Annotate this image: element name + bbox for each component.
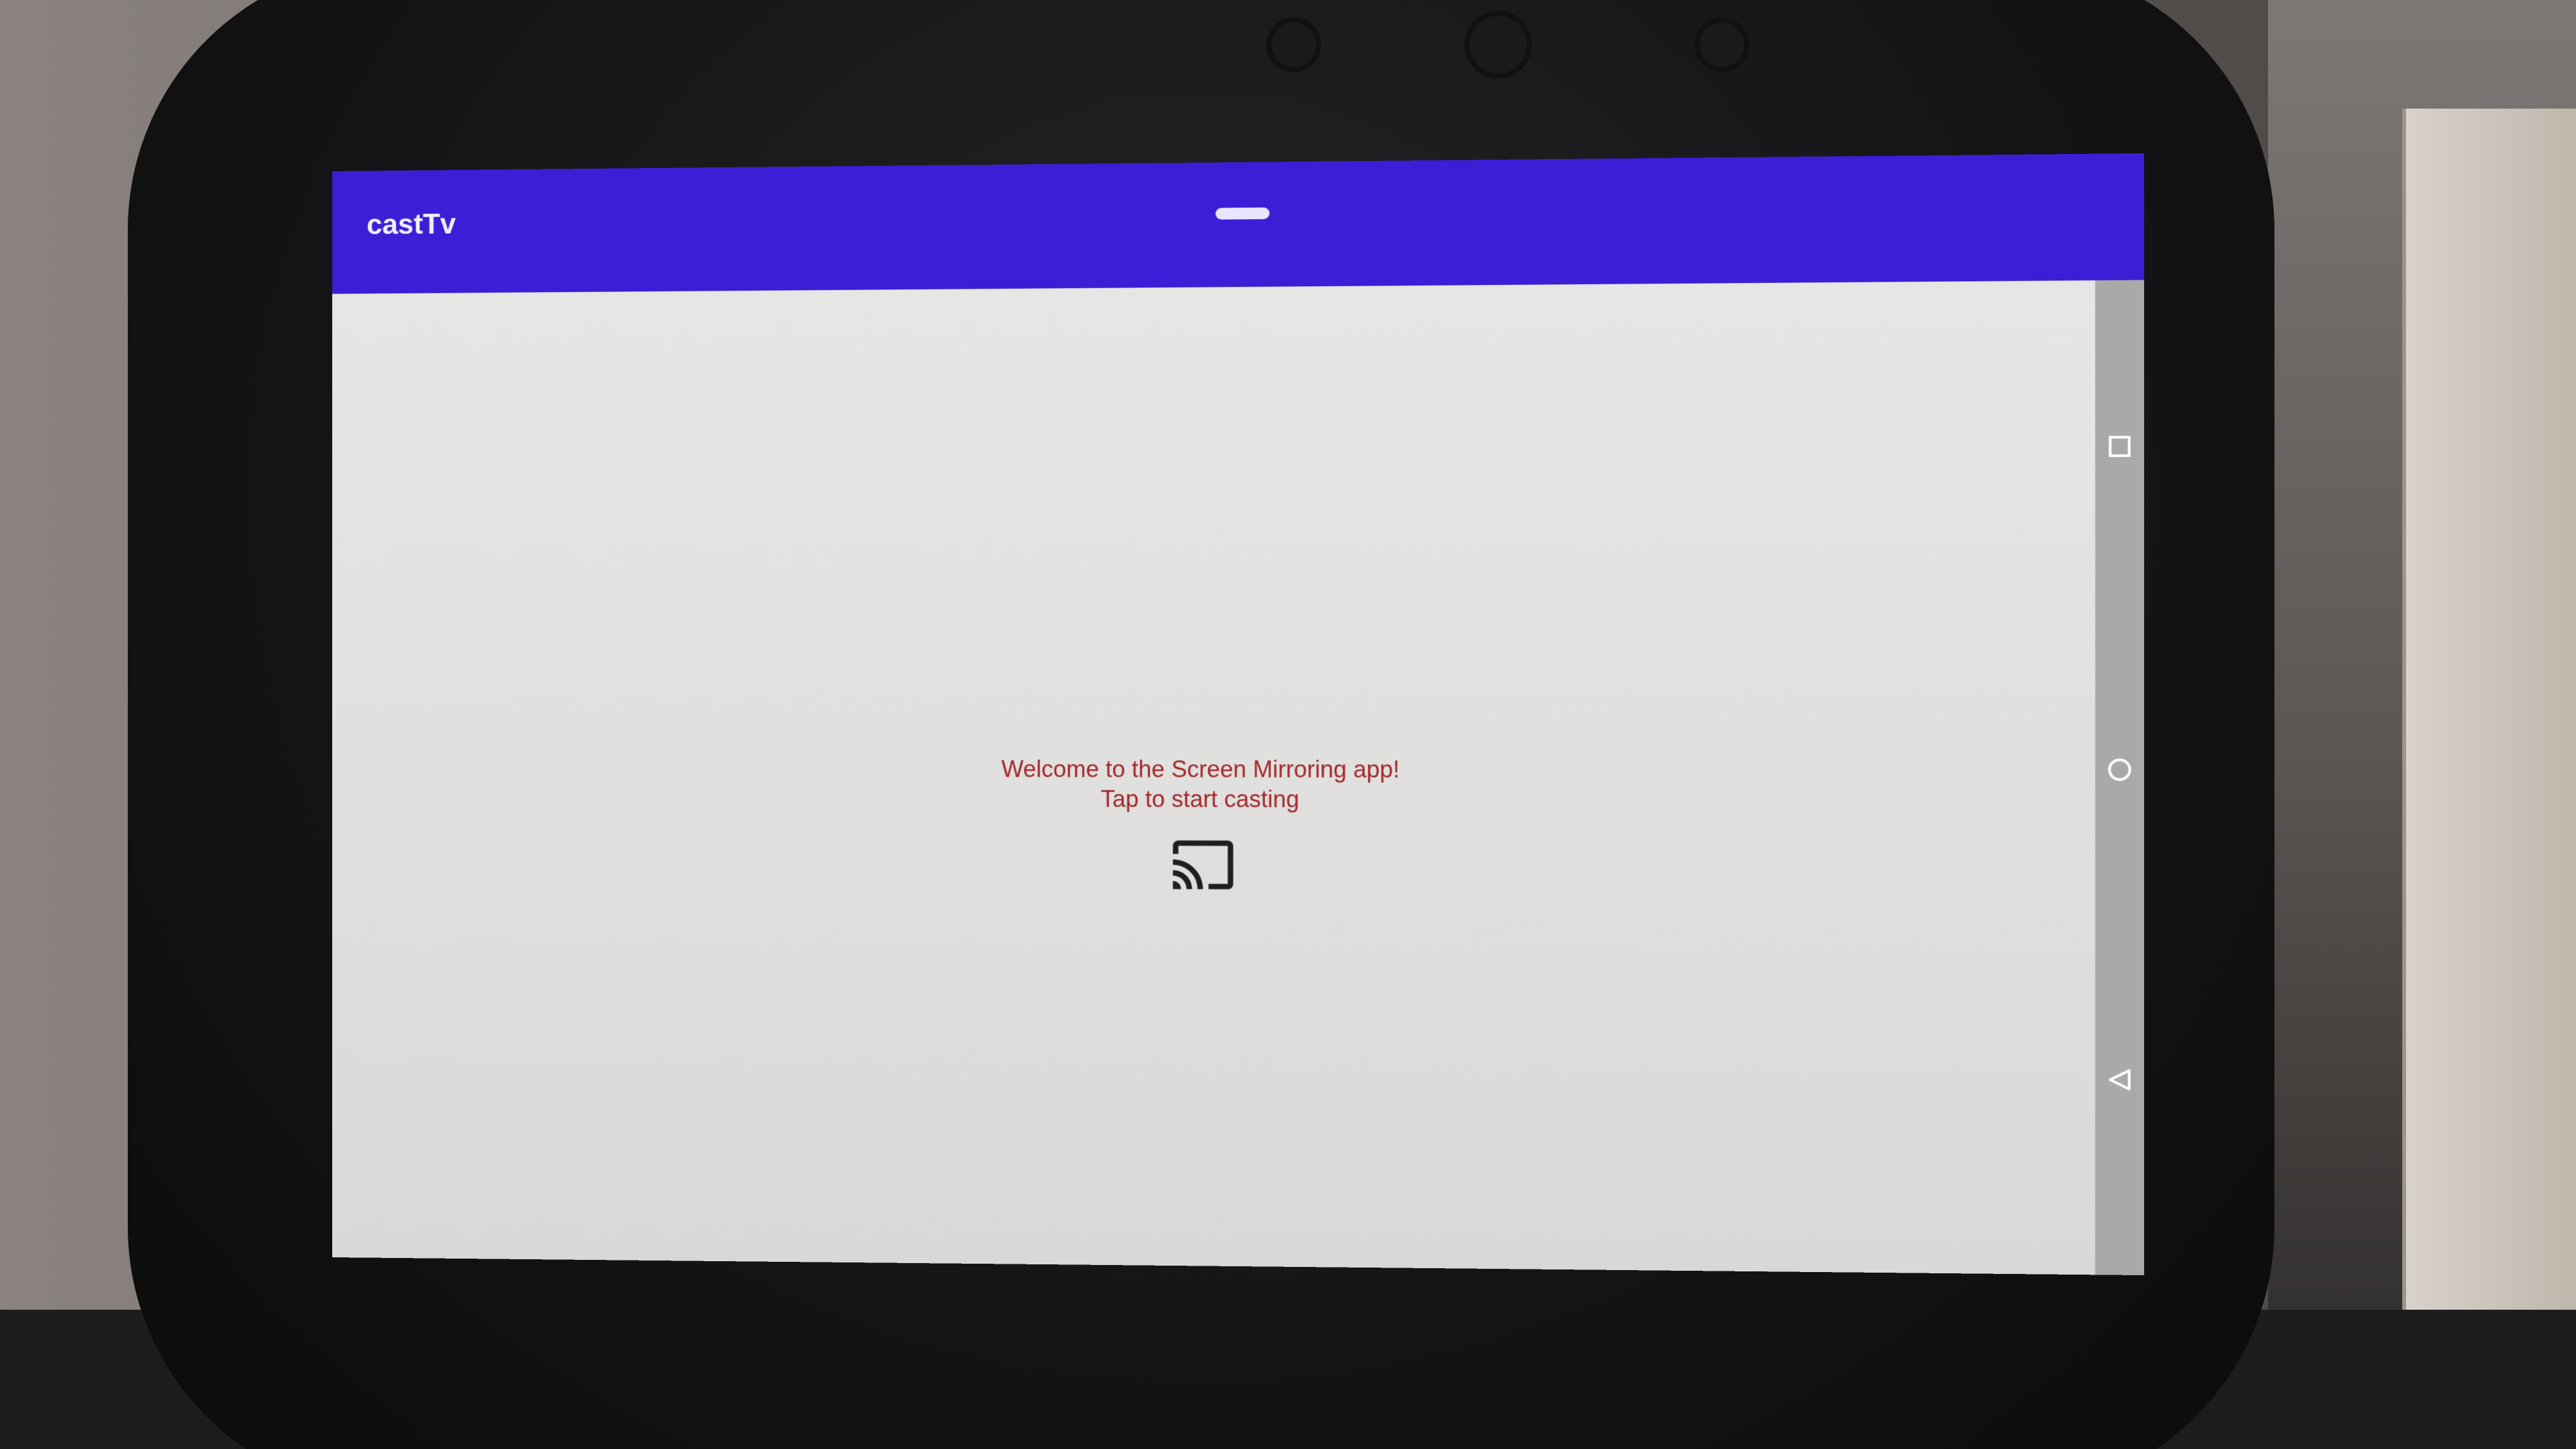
cast-button[interactable] <box>1167 832 1239 898</box>
shelf-background <box>2402 109 2576 1322</box>
home-button[interactable] <box>2104 755 2135 784</box>
home-icon <box>2104 755 2135 784</box>
camera-bar <box>1214 6 1789 83</box>
recents-button[interactable] <box>2104 432 2135 461</box>
sensor-icon <box>1271 22 1316 67</box>
app-title: castTv <box>366 208 456 241</box>
tablet-screen: castTv Welcome to the Screen Mirroring a… <box>332 153 2145 1276</box>
cast-icon <box>1172 840 1234 889</box>
app-bar: castTv <box>332 153 2145 294</box>
welcome-line-2: Tap to start casting <box>1100 785 1300 813</box>
back-button[interactable] <box>2104 1065 2135 1094</box>
camera-icon <box>1469 16 1527 73</box>
recents-icon <box>2104 432 2135 461</box>
welcome-line-1: Welcome to the Screen Mirroring app! <box>1001 755 1400 783</box>
welcome-message: Welcome to the Screen Mirroring app! Tap… <box>332 754 2095 816</box>
sensor-icon <box>1699 22 1744 67</box>
back-icon <box>2104 1065 2135 1094</box>
main-content[interactable]: Welcome to the Screen Mirroring app! Tap… <box>332 280 2096 1275</box>
photo-background: castTv Welcome to the Screen Mirroring a… <box>0 0 2576 1449</box>
navigation-bar <box>2095 280 2145 1276</box>
drag-handle[interactable] <box>1215 207 1270 220</box>
